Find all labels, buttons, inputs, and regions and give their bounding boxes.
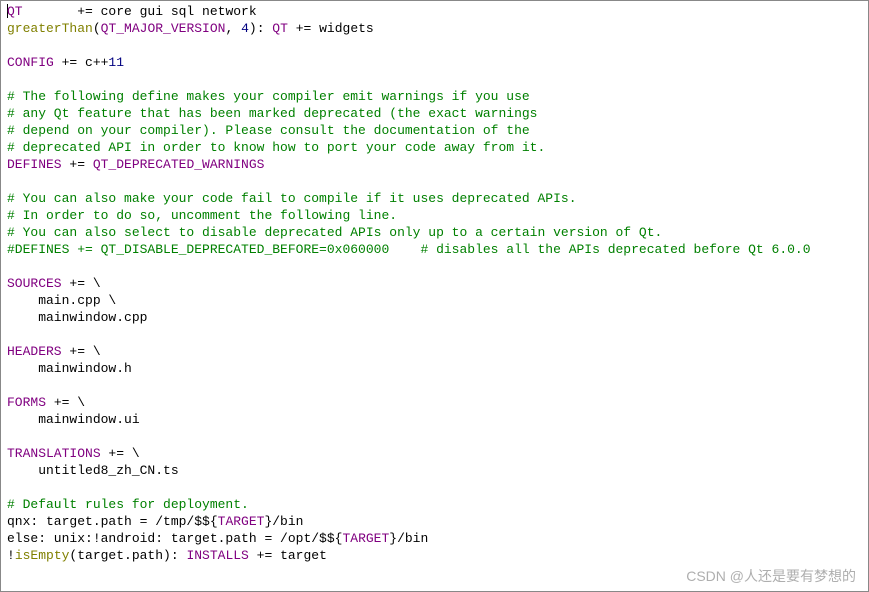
code-token: (target.path): — [69, 548, 186, 563]
code-line[interactable]: CONFIG += c++11 — [7, 54, 862, 71]
code-token: += \ — [46, 395, 85, 410]
code-token: , — [225, 21, 241, 36]
code-line[interactable]: QT += core gui sql network — [7, 3, 862, 20]
code-token: QT — [272, 21, 288, 36]
code-line[interactable] — [7, 173, 862, 190]
code-line[interactable] — [7, 326, 862, 343]
code-line[interactable]: main.cpp \ — [7, 292, 862, 309]
code-token: += c++ — [54, 55, 109, 70]
code-token: QT_MAJOR_VERSION — [101, 21, 226, 36]
code-token: QT_DEPRECATED_WARNINGS — [93, 157, 265, 172]
code-line[interactable] — [7, 428, 862, 445]
code-line[interactable]: # depend on your compiler). Please consu… — [7, 122, 862, 139]
code-token: CONFIG — [7, 55, 54, 70]
code-token: 11 — [108, 55, 124, 70]
code-token: TARGET — [342, 531, 389, 546]
code-token: QT — [7, 4, 23, 19]
code-token: mainwindow.h — [7, 361, 132, 376]
code-line[interactable]: FORMS += \ — [7, 394, 862, 411]
code-line[interactable] — [7, 71, 862, 88]
code-token: # In order to do so, uncomment the follo… — [7, 208, 397, 223]
code-token: FORMS — [7, 395, 46, 410]
code-token: # You can also select to disable depreca… — [7, 225, 662, 240]
code-token: greaterThan — [7, 21, 93, 36]
code-token: += \ — [101, 446, 140, 461]
code-line[interactable]: # any Qt feature that has been marked de… — [7, 105, 862, 122]
code-line[interactable]: TRANSLATIONS += \ — [7, 445, 862, 462]
code-token: mainwindow.cpp — [7, 310, 147, 325]
code-line[interactable]: # Default rules for deployment. — [7, 496, 862, 513]
code-line[interactable]: SOURCES += \ — [7, 275, 862, 292]
code-token: 4 — [241, 21, 249, 36]
code-line[interactable]: # The following define makes your compil… — [7, 88, 862, 105]
code-line[interactable]: else: unix:!android: target.path = /opt/… — [7, 530, 862, 547]
code-line[interactable]: # deprecated API in order to know how to… — [7, 139, 862, 156]
code-token: }/bin — [389, 531, 428, 546]
code-token: main.cpp \ — [7, 293, 116, 308]
code-editor[interactable]: QT += core gui sql networkgreaterThan(QT… — [7, 3, 862, 564]
code-line[interactable]: #DEFINES += QT_DISABLE_DEPRECATED_BEFORE… — [7, 241, 862, 258]
code-line[interactable]: # In order to do so, uncomment the follo… — [7, 207, 862, 224]
code-token: += \ — [62, 276, 101, 291]
code-line[interactable]: # You can also make your code fail to co… — [7, 190, 862, 207]
code-token: # deprecated API in order to know how to… — [7, 140, 545, 155]
code-token: TRANSLATIONS — [7, 446, 101, 461]
code-token: # You can also make your code fail to co… — [7, 191, 577, 206]
code-token: HEADERS — [7, 344, 62, 359]
code-token: isEmpty — [15, 548, 70, 563]
code-token: DEFINES — [7, 157, 62, 172]
code-line[interactable]: mainwindow.cpp — [7, 309, 862, 326]
code-token: qnx: target.path = /tmp/$${ — [7, 514, 218, 529]
code-token: TARGET — [218, 514, 265, 529]
code-line[interactable] — [7, 377, 862, 394]
code-token: ! — [7, 548, 15, 563]
code-line[interactable]: untitled8_zh_CN.ts — [7, 462, 862, 479]
code-token: # Default rules for deployment. — [7, 497, 249, 512]
code-line[interactable]: greaterThan(QT_MAJOR_VERSION, 4): QT += … — [7, 20, 862, 37]
code-token: += target — [249, 548, 327, 563]
code-token: += \ — [62, 344, 101, 359]
code-line[interactable]: !isEmpty(target.path): INSTALLS += targe… — [7, 547, 862, 564]
code-line[interactable] — [7, 37, 862, 54]
code-line[interactable]: mainwindow.h — [7, 360, 862, 377]
code-token: ): — [249, 21, 272, 36]
code-line[interactable]: # You can also select to disable depreca… — [7, 224, 862, 241]
watermark-text: CSDN @人还是要有梦想的 — [686, 568, 856, 585]
code-token: untitled8_zh_CN.ts — [7, 463, 179, 478]
code-line[interactable]: mainwindow.ui — [7, 411, 862, 428]
code-token: += core gui sql network — [23, 4, 257, 19]
code-token: # depend on your compiler). Please consu… — [7, 123, 530, 138]
code-line[interactable]: DEFINES += QT_DEPRECATED_WARNINGS — [7, 156, 862, 173]
code-token: else: unix:!android: target.path = /opt/… — [7, 531, 342, 546]
code-line[interactable]: qnx: target.path = /tmp/$${TARGET}/bin — [7, 513, 862, 530]
code-token: += — [62, 157, 93, 172]
code-token: += widgets — [288, 21, 374, 36]
code-token: #DEFINES += QT_DISABLE_DEPRECATED_BEFORE… — [7, 242, 811, 257]
code-token: ( — [93, 21, 101, 36]
code-token: # The following define makes your compil… — [7, 89, 530, 104]
code-line[interactable]: HEADERS += \ — [7, 343, 862, 360]
code-line[interactable] — [7, 258, 862, 275]
code-line[interactable] — [7, 479, 862, 496]
code-token: INSTALLS — [186, 548, 248, 563]
code-token: # any Qt feature that has been marked de… — [7, 106, 538, 121]
code-token: mainwindow.ui — [7, 412, 140, 427]
code-token: }/bin — [264, 514, 303, 529]
code-token: SOURCES — [7, 276, 62, 291]
